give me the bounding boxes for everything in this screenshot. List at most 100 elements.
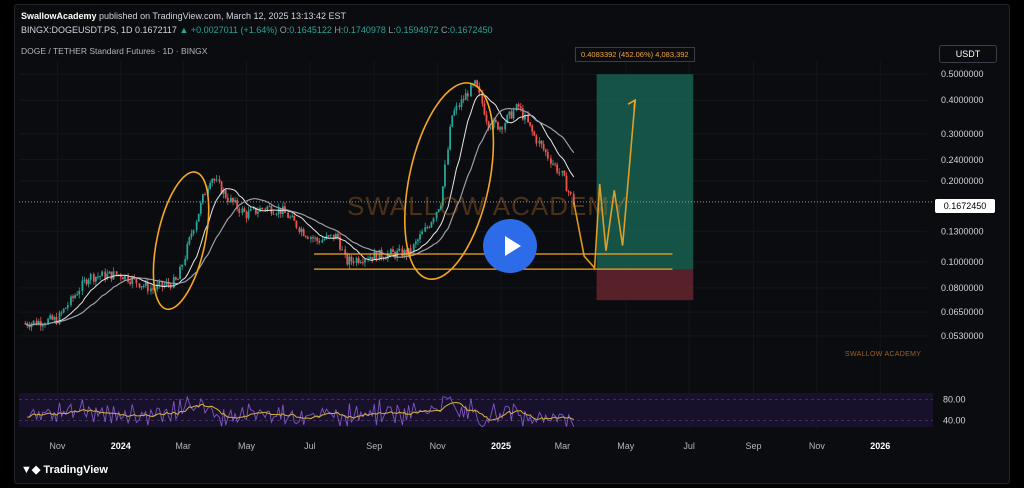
candle-body [529,122,532,126]
candle-body [558,172,561,174]
candle-body [83,279,86,281]
candle-body [485,114,488,122]
candle-body [264,208,267,210]
candle-body [390,249,392,254]
candle-body [199,202,202,214]
highlight-ellipse-2024 [152,171,210,311]
candle-body [181,265,184,267]
candle-body [453,110,456,116]
candle-body [99,276,101,278]
candle-body [243,208,246,212]
candle-body [257,211,259,214]
candle-body [209,182,212,189]
candle-body [188,237,191,245]
candle-body [462,99,465,101]
candle-body [357,258,360,263]
candle-body [179,266,181,280]
candle-body [295,220,298,228]
candle-body [371,256,374,260]
y-tick-label: 0.0650000 [941,307,984,317]
candle-body [138,283,141,288]
candle-body [94,276,97,282]
candle-body [186,244,189,259]
candle-body [32,320,35,324]
candle-body [81,280,84,291]
candle-body [230,197,232,203]
y-tick-label: 0.0530000 [941,331,984,341]
candle-body [289,216,292,218]
candle-body [398,248,401,251]
candle-body [310,237,312,239]
candle-body [392,249,394,253]
rsi-band [19,393,933,427]
candle-body [421,231,423,235]
candle-body [563,170,566,176]
candle-body [344,249,347,254]
rsi-tick-label: 80.00 [943,395,966,405]
candle-body [501,127,503,130]
candle-body [373,251,376,260]
candle-body [72,296,74,298]
x-tick-label: Sep [366,441,382,451]
candle-body [508,111,511,116]
candle-body [121,277,124,280]
candle-body [204,194,206,196]
candle-body [275,213,278,215]
candle-body [476,80,479,86]
tradingview-logo[interactable]: ▼◆ TradingView [21,463,108,476]
candle-body [197,213,200,222]
candle-body [409,248,412,253]
candle-body [535,135,538,144]
candle-body [489,127,492,129]
y-tick-label: 0.2000000 [941,176,984,186]
candle-body [542,144,545,150]
x-tick-label: Mar [555,441,571,451]
chart-frame: SwallowAcademy published on TradingView.… [14,4,1010,484]
candle-body [177,279,179,281]
candle-body [312,237,314,239]
candle-body [474,80,476,85]
candle-body [129,281,132,284]
candle-body [540,140,543,145]
tradingview-icon: ▼◆ [21,464,41,476]
candle-body [135,278,138,284]
candle-body [512,110,515,119]
candle-body [112,271,115,280]
candle-body [419,234,421,240]
x-tick-label: Jul [683,441,695,451]
candle-body [184,258,187,266]
candle-body [314,237,316,239]
candle-body [464,93,467,100]
candle-body [298,227,301,232]
candle-body [277,208,280,214]
candle-body [41,325,44,327]
candle-body [552,163,554,165]
candle-body [550,158,552,164]
candle-body [62,308,65,313]
x-tick-label: Nov [49,441,66,451]
candle-body [144,282,147,286]
candle-body [466,93,469,97]
candle-body [266,206,269,210]
candle-body [101,271,104,277]
candle-body [424,227,427,232]
candle-body [405,250,408,256]
currency-button[interactable]: USDT [939,45,997,63]
candle-body [341,249,343,251]
play-button[interactable] [483,219,537,273]
candle-body [110,271,113,280]
candle-body [190,233,193,238]
x-tick-label: May [238,441,256,451]
candle-body [66,305,69,308]
candle-body [414,241,417,245]
candle-body [455,105,458,111]
candle-body [449,126,452,150]
y-tick-label: 0.0800000 [941,283,984,293]
y-tick-label: 0.2400000 [941,155,984,165]
candle-body [272,213,275,215]
candle-body [146,282,149,292]
candle-body [247,210,250,219]
candle-body [321,239,324,243]
brand-label: TradingView [43,464,108,476]
candle-body [561,170,564,173]
